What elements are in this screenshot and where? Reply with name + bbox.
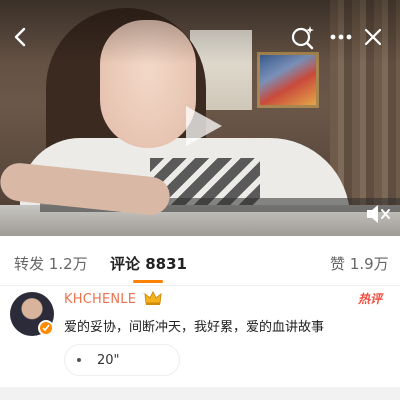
chevron-left-icon <box>14 27 26 47</box>
video-player[interactable] <box>0 0 400 236</box>
comment-item[interactable]: KHCHENLE 热评 爱的妥协，间断冲天，我好累，爱的血讲故事 20" <box>0 286 400 400</box>
sparkle-search-icon <box>291 26 314 50</box>
tab-comments[interactable]: 评论 8831 <box>110 253 187 274</box>
close-button[interactable] <box>356 20 390 54</box>
engagement-tabs: 转发 1.2万 评论 8831 赞 1.9万 <box>0 236 400 286</box>
comment-label: 评论 <box>110 255 141 273</box>
voice-duration: 20" <box>97 352 120 368</box>
voice-message-button[interactable]: 20" <box>64 344 180 376</box>
crown-icon <box>144 290 162 306</box>
repost-count: 1.2万 <box>48 255 88 273</box>
repost-label: 转发 <box>14 255 45 273</box>
tab-repost[interactable]: 转发 1.2万 <box>14 253 88 274</box>
search-button[interactable] <box>286 20 320 54</box>
close-icon <box>364 28 382 46</box>
more-dots-icon <box>330 34 352 40</box>
more-button[interactable] <box>324 20 358 54</box>
section-divider <box>0 387 400 400</box>
mute-button[interactable] <box>364 202 392 226</box>
comment-text: 爱的妥协，间断冲天，我好累，爱的血讲故事 <box>64 320 325 335</box>
speaker-muted-icon <box>367 205 390 223</box>
play-icon <box>186 106 222 146</box>
tab-likes[interactable]: 赞 1.9万 <box>330 253 389 274</box>
back-button[interactable] <box>4 20 38 54</box>
play-button[interactable] <box>180 104 224 148</box>
verified-badge-icon <box>38 320 54 336</box>
like-count: 1.9万 <box>349 255 389 273</box>
active-tab-indicator <box>133 280 163 283</box>
hot-comment-badge: 热评 <box>358 292 383 306</box>
comment-count: 8831 <box>145 255 187 273</box>
voice-dot-icon <box>77 358 81 362</box>
comment-username[interactable]: KHCHENLE <box>64 292 136 307</box>
like-label: 赞 <box>330 255 346 273</box>
